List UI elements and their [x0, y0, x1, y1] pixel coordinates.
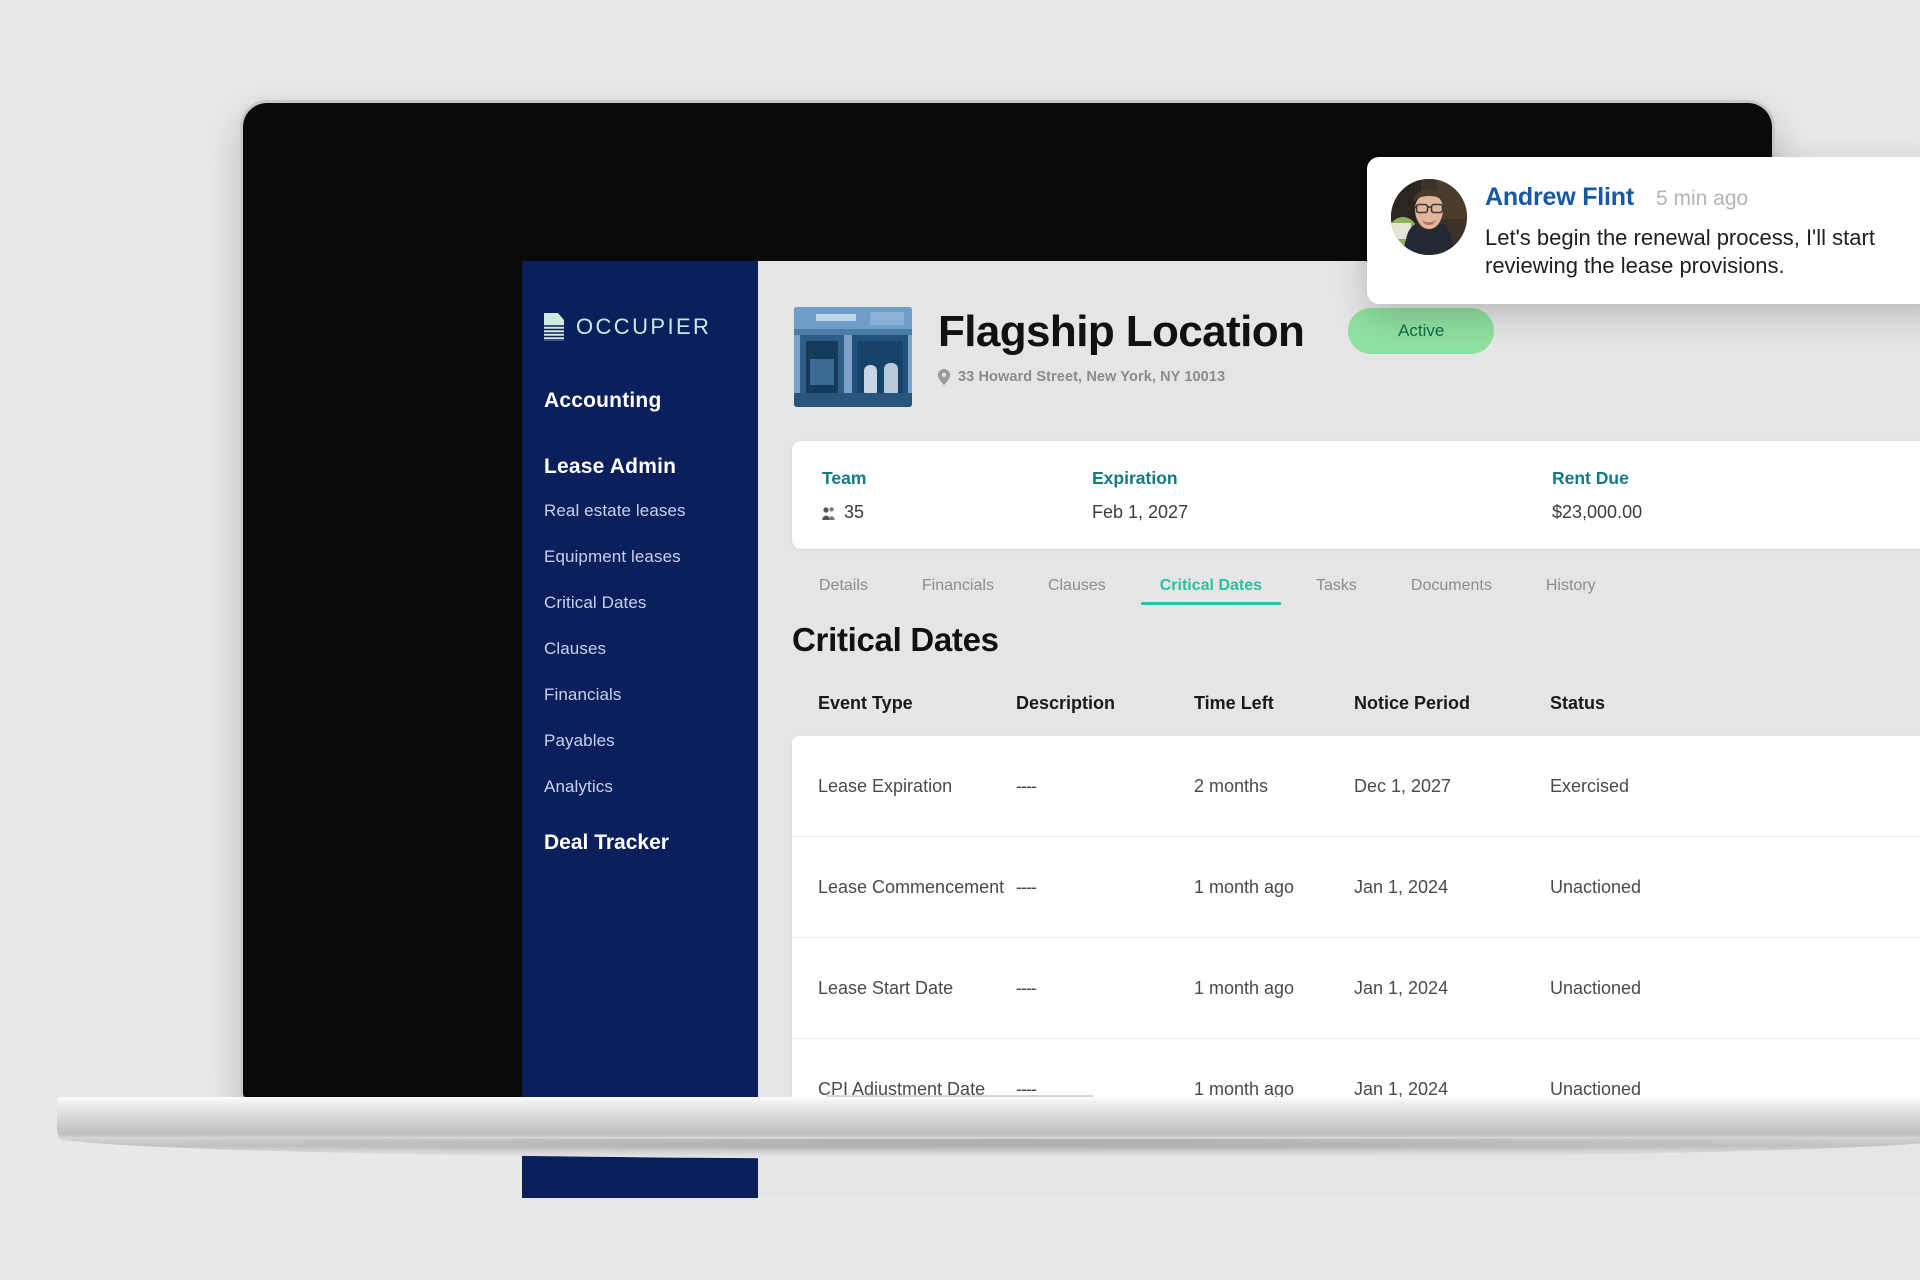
cell-status: Unactioned: [1550, 876, 1642, 897]
cell-time-left: 1 month ago: [1194, 977, 1295, 998]
stat-team: Team 35: [792, 468, 1062, 523]
table-header-row: Event Type Description Time Left Notice …: [792, 693, 1920, 736]
column-header-time-left: Time Left: [1194, 693, 1274, 713]
toast-body: Andrew Flint 5 min ago Let's begin the r…: [1485, 179, 1920, 280]
cell-event-type: Lease Expiration: [818, 775, 953, 796]
location-pin-icon: [938, 369, 950, 386]
stat-value-expiration: Feb 1, 2027: [1092, 501, 1189, 522]
main-content: Flagship Location Active 33 Howard Stree…: [758, 261, 1920, 1198]
brand-name: OCCUPIER: [576, 314, 712, 339]
stat-rent-due: Rent Due $23,000.00: [1522, 468, 1882, 523]
toast-header: Andrew Flint 5 min ago: [1485, 183, 1920, 212]
cell-status: Unactioned: [1550, 977, 1642, 998]
cell-event-type: Lease Commencement: [818, 876, 1005, 897]
stat-value-rent-due: $23,000.00: [1552, 501, 1643, 522]
header-text-block: Flagship Location Active 33 Howard Stree…: [938, 307, 1920, 386]
tab-documents[interactable]: Documents: [1384, 577, 1519, 605]
nav-group-lease-admin: Lease Admin Real estate leases Equipment…: [522, 455, 758, 797]
stat-label-team: Team: [822, 467, 867, 488]
nav-group-accounting: Accounting: [522, 389, 758, 413]
table-body: Lease Expiration ---- 2 months Dec 1, 20…: [792, 736, 1920, 1139]
laptop-shadow: [80, 1139, 1920, 1155]
stat-label-rent-due: Rent Due: [1552, 467, 1629, 488]
cell-status: Exercised: [1550, 775, 1630, 796]
tab-details[interactable]: Details: [792, 577, 895, 605]
tab-clauses[interactable]: Clauses: [1021, 577, 1133, 605]
sidebar-item-critical-dates[interactable]: Critical Dates: [522, 593, 758, 613]
property-thumbnail[interactable]: [794, 307, 912, 407]
cell-description: ----: [1016, 876, 1037, 897]
sidebar-item-financials[interactable]: Financials: [522, 685, 758, 705]
summary-card: Team 35 Expiration Feb 1, 2027 Rent Due …: [792, 441, 1920, 549]
cell-time-left: 2 months: [1194, 775, 1269, 796]
notification-toast[interactable]: Andrew Flint 5 min ago Let's begin the r…: [1367, 157, 1920, 305]
tab-bar: Details Financials Clauses Critical Date…: [792, 577, 1920, 605]
sidebar-heading-deal-tracker[interactable]: Deal Tracker: [522, 831, 758, 855]
column-header-event-type: Event Type: [818, 693, 913, 713]
toast-message: Let's begin the renewal process, I'll st…: [1485, 225, 1875, 279]
app-window: OCCUPIER Accounting Lease Admin Real est…: [522, 261, 1920, 1198]
status-badge[interactable]: Active: [1348, 308, 1495, 355]
stat-value-team: 35: [822, 502, 1062, 523]
tab-critical-dates[interactable]: Critical Dates: [1133, 577, 1289, 605]
column-header-status: Status: [1550, 693, 1606, 713]
cell-description: ----: [1016, 775, 1037, 796]
section-title: Critical Dates: [792, 621, 999, 658]
cell-time-left: 1 month ago: [1194, 876, 1295, 897]
sidebar-item-real-estate-leases[interactable]: Real estate leases: [522, 501, 758, 521]
cell-notice-period: Jan 1, 2024: [1354, 977, 1449, 998]
address-row: 33 Howard Street, New York, NY 10013: [938, 369, 1920, 386]
laptop-mockup: OCCUPIER Accounting Lease Admin Real est…: [0, 0, 1920, 1280]
cell-event-type: Lease Start Date: [818, 977, 954, 998]
stat-expiration: Expiration Feb 1, 2027: [1062, 468, 1522, 523]
title-row: Flagship Location Active: [938, 307, 1920, 355]
stat-label-expiration: Expiration: [1092, 467, 1178, 488]
tab-tasks[interactable]: Tasks: [1289, 577, 1384, 605]
sidebar-item-clauses[interactable]: Clauses: [522, 639, 758, 659]
tab-financials[interactable]: Financials: [895, 577, 1021, 605]
stat-team-count: 35: [844, 501, 865, 522]
sidebar: OCCUPIER Accounting Lease Admin Real est…: [522, 261, 758, 1198]
page-title: Flagship Location: [938, 307, 1305, 356]
column-header-description: Description: [1016, 693, 1116, 713]
cell-notice-period: Dec 1, 2027: [1354, 775, 1452, 796]
table-row[interactable]: Lease Expiration ---- 2 months Dec 1, 20…: [792, 736, 1920, 837]
laptop-screen: OCCUPIER Accounting Lease Admin Real est…: [522, 261, 1920, 1198]
column-header-notice-period: Notice Period: [1354, 693, 1471, 713]
toast-author-name[interactable]: Andrew Flint: [1485, 183, 1634, 212]
document-logo-icon: [544, 313, 564, 341]
sidebar-item-equipment-leases[interactable]: Equipment leases: [522, 547, 758, 567]
cell-notice-period: Jan 1, 2024: [1354, 876, 1449, 897]
sidebar-item-analytics[interactable]: Analytics: [522, 777, 758, 797]
avatar: [1391, 179, 1467, 255]
property-address: 33 Howard Street, New York, NY 10013: [958, 369, 1226, 386]
cell-description: ----: [1016, 977, 1037, 998]
sidebar-item-payables[interactable]: Payables: [522, 731, 758, 751]
laptop-base: [57, 1097, 1920, 1159]
tab-history[interactable]: History: [1519, 577, 1623, 605]
brand: OCCUPIER: [522, 313, 758, 341]
sidebar-heading-accounting[interactable]: Accounting: [522, 389, 758, 413]
table-row[interactable]: Lease Commencement ---- 1 month ago Jan …: [792, 837, 1920, 938]
toast-timestamp: 5 min ago: [1655, 187, 1749, 210]
critical-dates-table: Event Type Description Time Left Notice …: [792, 693, 1920, 1139]
table-row[interactable]: Lease Start Date ---- 1 month ago Jan 1,…: [792, 938, 1920, 1039]
people-icon: [822, 505, 837, 520]
sidebar-heading-lease-admin[interactable]: Lease Admin: [522, 455, 758, 479]
